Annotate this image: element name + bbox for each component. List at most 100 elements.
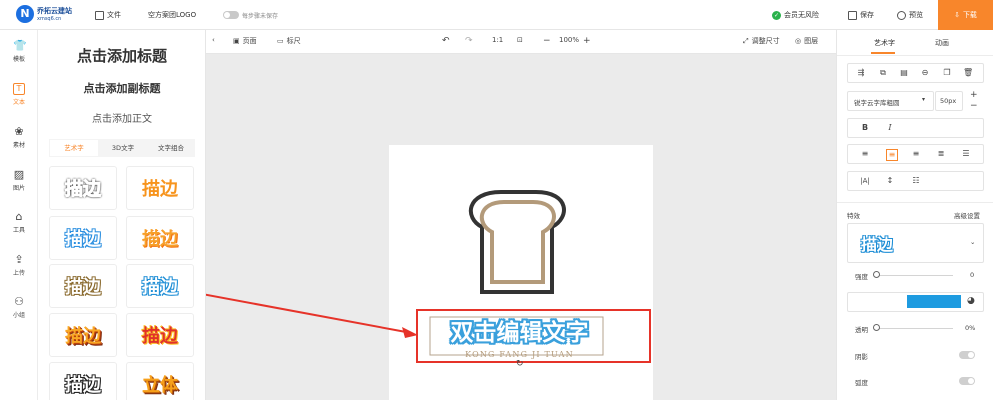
file-icon xyxy=(95,10,104,20)
opacity-slider-track[interactable] xyxy=(877,328,953,329)
toggle-switch[interactable] xyxy=(223,11,239,19)
text-icon: T xyxy=(13,83,25,95)
intensity-slider-knob[interactable] xyxy=(873,271,880,278)
tab-art-text[interactable]: 艺术字 xyxy=(874,38,895,48)
file-menu-label: 文件 xyxy=(107,11,121,19)
save-button[interactable]: 保存 xyxy=(848,9,874,21)
save-icon xyxy=(848,10,857,20)
rail-item-label: 文本 xyxy=(12,99,25,106)
art-text-swatch[interactable]: 描边 xyxy=(126,313,194,357)
autosave-toggle[interactable]: 每步骤未保存 xyxy=(223,9,278,21)
color-swatch[interactable] xyxy=(907,295,961,308)
tab-3d-text[interactable]: 3D文字 xyxy=(99,139,147,157)
shadow-label: 阴影 xyxy=(855,353,868,361)
art-text-swatch-selected[interactable]: 描边 xyxy=(126,264,194,308)
align-left-icon[interactable]: ≡ xyxy=(860,149,870,159)
tab-text-combo[interactable]: 文字组合 xyxy=(147,139,195,157)
palette-icon[interactable]: ◕ xyxy=(967,296,975,306)
rail-item-label: 小组 xyxy=(12,312,25,319)
chevron-down-icon: ⌄ xyxy=(970,238,976,246)
rail-item-group[interactable]: ⚇ 小组 xyxy=(0,292,38,328)
art-text-tabs: 艺术字 3D文字 文字组合 xyxy=(49,139,195,157)
chevron-down-icon: ▾ xyxy=(922,96,926,103)
check-circle-icon: ✓ xyxy=(772,10,781,20)
advanced-settings-link[interactable]: 高级设置 xyxy=(954,210,980,220)
shadow-toggle[interactable] xyxy=(959,351,975,359)
rail-item-template[interactable]: 👕 模板 xyxy=(0,36,38,72)
align-distribute-icon[interactable]: ⇶ xyxy=(856,68,866,78)
rail-item-label: 图片 xyxy=(12,185,25,192)
opacity-slider-knob[interactable] xyxy=(873,324,880,331)
effects-label: 特效 xyxy=(847,212,860,220)
curve-label: 弧度 xyxy=(855,379,868,387)
delete-icon[interactable]: 🗑 xyxy=(963,68,973,78)
member-label: 会员无风险 xyxy=(784,11,819,19)
lock-icon[interactable]: ⊖ xyxy=(920,68,930,78)
top-bar: N 乔拓云建站 xmsq6.cn 文件 空方案团LOGO 每步骤未保存 ✓ 会员… xyxy=(0,0,993,30)
layer-order-icon[interactable]: ▤ xyxy=(899,68,909,78)
add-title-button[interactable]: 点击添加标题 xyxy=(38,45,206,66)
list-icon[interactable]: ☷ xyxy=(911,176,921,186)
art-text-swatch[interactable]: 描边 xyxy=(126,216,194,260)
align-center-icon[interactable]: ≡ xyxy=(886,149,898,161)
tab-art-text[interactable]: 艺术字 xyxy=(50,140,98,156)
art-text-swatch[interactable]: 描边 xyxy=(49,264,117,308)
add-subtitle-button[interactable]: 点击添加副标题 xyxy=(38,80,206,96)
align-right-icon[interactable]: ≡ xyxy=(911,149,921,159)
rail-item-text[interactable]: T 文本 xyxy=(0,79,38,115)
art-text-swatch[interactable]: 描边 xyxy=(126,166,194,210)
download-button[interactable]: ⇩ 下载 xyxy=(938,0,993,30)
art-text-swatch[interactable]: 描边 xyxy=(49,216,117,260)
opacity-label: 透明 xyxy=(855,326,868,334)
art-text-swatch[interactable]: 立体 xyxy=(126,362,194,400)
logo-icon[interactable]: N xyxy=(16,5,34,23)
line-height-icon[interactable]: ↕ xyxy=(885,176,895,186)
add-body-button[interactable]: 点击添加正文 xyxy=(38,110,206,125)
project-title[interactable]: 空方案团LOGO xyxy=(148,9,196,21)
group-icon[interactable]: ⧉ xyxy=(878,68,888,78)
art-text-swatch[interactable]: 描边 xyxy=(49,362,117,400)
preview-button[interactable]: 预览 xyxy=(897,9,923,21)
rail-item-label: 素材 xyxy=(12,142,25,149)
italic-icon[interactable]: I xyxy=(885,123,895,133)
rail-item-label: 模板 xyxy=(12,56,25,63)
art-text-swatch[interactable]: 描边 xyxy=(49,166,117,210)
canvas-sub-text[interactable]: KONG FANG JI TUAN xyxy=(432,350,607,359)
project-title-label: 空方案团LOGO xyxy=(148,11,197,19)
upload-icon: ⇪ xyxy=(14,253,24,266)
rail-item-image[interactable]: ▨ 图片 xyxy=(0,165,38,201)
left-rail: 👕 模板 T 文本 ❀ 素材 ▨ 图片 ⌂ 工具 ⇪ 上传 ⚇ 小组 xyxy=(0,30,38,400)
font-name: 锐字云字库粗圆 xyxy=(854,99,900,107)
download-label: 下载 xyxy=(962,11,977,19)
properties-panel: 艺术字 动画 ⇶ ⧉ ▤ ⊖ ❐ 🗑 锐字云字库粗圆 ▾ 50px + − B … xyxy=(836,30,993,400)
rail-item-tools[interactable]: ⌂ 工具 xyxy=(0,207,38,243)
rail-item-label: 工具 xyxy=(12,227,25,234)
active-tab-indicator xyxy=(871,52,895,54)
tab-animation[interactable]: 动画 xyxy=(935,38,949,48)
member-status[interactable]: ✓ 会员无风险 xyxy=(772,9,819,21)
material-icon: ❀ xyxy=(14,125,24,138)
intensity-value: 0 xyxy=(970,271,975,279)
bold-icon[interactable]: B xyxy=(860,123,870,133)
pointer-arrow xyxy=(206,293,407,333)
rail-item-upload[interactable]: ⇪ 上传 xyxy=(0,250,38,286)
bread-inner xyxy=(479,200,556,284)
intensity-slider-track[interactable] xyxy=(877,275,953,276)
justify-all-icon[interactable]: ☰ xyxy=(961,149,971,159)
canvas-main-text[interactable]: 双击编辑文字 xyxy=(432,315,607,351)
brand-name: 乔拓云建站 xyxy=(37,7,72,15)
autosave-label: 每步骤未保存 xyxy=(242,12,279,20)
rail-item-label: 上传 xyxy=(12,270,25,277)
art-text-swatch[interactable]: 描边 xyxy=(49,313,117,357)
shirt-icon: 👕 xyxy=(13,39,27,52)
increase-size-icon[interactable]: + xyxy=(970,90,978,100)
file-menu[interactable]: 文件 xyxy=(95,9,121,21)
rail-item-material[interactable]: ❀ 素材 xyxy=(0,122,38,158)
justify-icon[interactable]: ≣ xyxy=(936,149,946,159)
copy-icon[interactable]: ❐ xyxy=(942,68,952,78)
decrease-size-icon[interactable]: − xyxy=(970,101,978,111)
curve-toggle[interactable] xyxy=(959,377,975,385)
download-icon: ⇩ xyxy=(954,11,960,19)
image-icon: ▨ xyxy=(13,168,25,181)
letter-spacing-icon[interactable]: |A| xyxy=(860,176,870,186)
